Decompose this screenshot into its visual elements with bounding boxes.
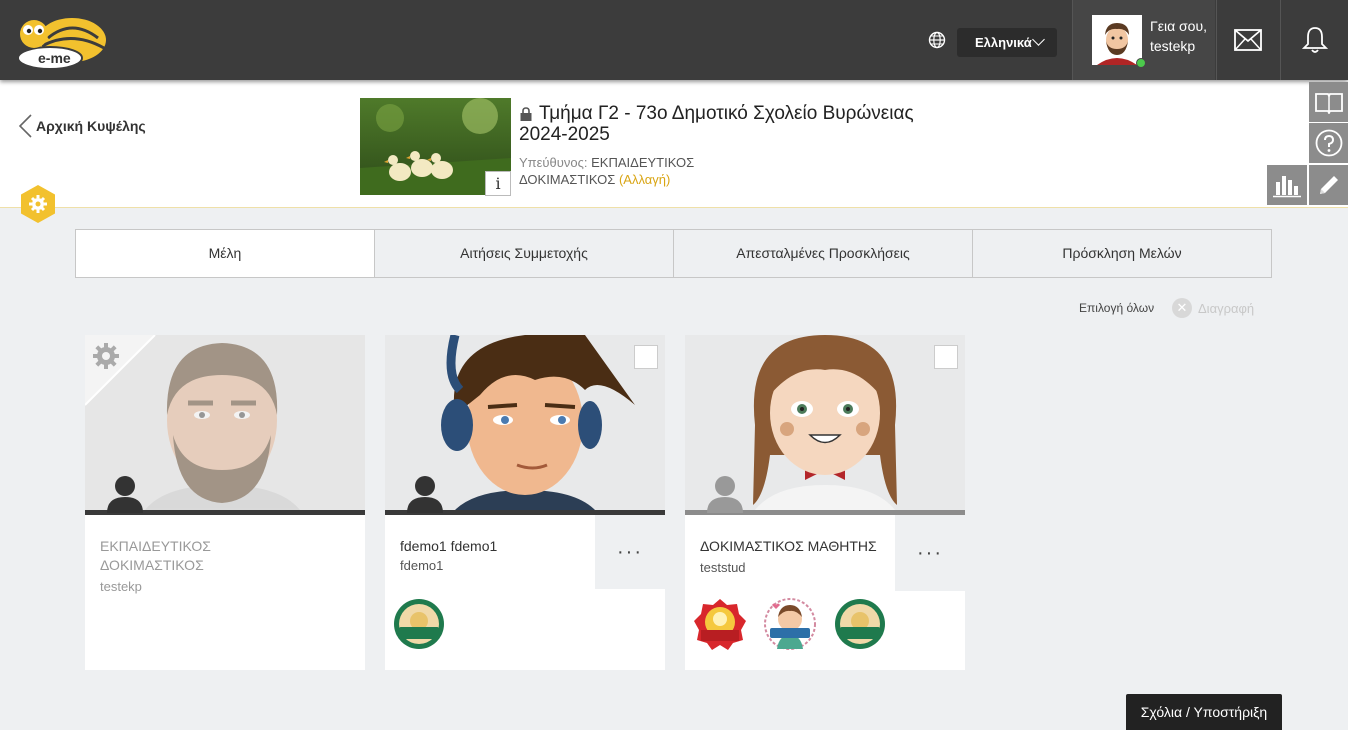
back-link[interactable]: Αρχική Κυψέλης: [18, 114, 146, 138]
member-name: fdemo1 fdemo1 fdemo1: [400, 537, 590, 575]
member-more-button[interactable]: ···: [595, 515, 665, 589]
pencil-icon: [1320, 176, 1338, 194]
question-icon: [1315, 129, 1343, 157]
member-checkbox[interactable]: [634, 345, 658, 369]
guide-button[interactable]: [1309, 82, 1348, 122]
edit-button[interactable]: [1309, 165, 1348, 205]
chevron-down-icon: [1032, 33, 1045, 46]
kindness-badge-icon[interactable]: [763, 597, 817, 651]
member-fullname: ΕΚΠΑΙΔΕΥΤΙΚΟΣ ΔΟΚΙΜΑΣΤΙΚΟΣ: [100, 538, 211, 573]
member-checkbox[interactable]: [934, 345, 958, 369]
class-info-button[interactable]: i: [485, 171, 511, 196]
responsible-label: Υπεύθυνος:: [519, 155, 588, 170]
member-name: ΕΚΠΑΙΔΕΥΤΙΚΟΣ ΔΟΚΙΜΑΣΤΙΚΟΣ testekp: [100, 537, 290, 596]
statistics-button[interactable]: [1267, 165, 1307, 205]
member-username: testekp: [100, 579, 142, 594]
help-button[interactable]: [1309, 123, 1348, 163]
member-tabs: Μέλη Αιτήσεις Συμμετοχής Απεσταλμένες Πρ…: [75, 229, 1275, 278]
excellent-behavior-badge-icon[interactable]: [833, 597, 887, 651]
user-role-icon: [407, 476, 443, 513]
class-responsible: Υπεύθυνος: ΕΚΠΑΙΔΕΥΤΙΚΟΣ ΔΟΚΙΜΑΣΤΙΚΟΣ (Α…: [519, 154, 739, 188]
feedback-support-button[interactable]: Σχόλια / Υποστήριξη: [1126, 694, 1282, 730]
member-fullname: ΔΟΚΙΜΑΣΤΙΚΟΣ ΜΑΘΗΤΗΣ: [700, 538, 877, 554]
member-card[interactable]: ΕΚΠΑΙΔΕΥΤΙΚΟΣ ΔΟΚΙΜΑΣΤΙΚΟΣ testekp: [85, 335, 365, 670]
member-more-button[interactable]: ···: [895, 515, 965, 591]
e-me-logo[interactable]: e-me: [14, 10, 110, 72]
user-role-icon: [107, 476, 143, 513]
username-text: testekp: [1150, 38, 1196, 54]
online-status-dot: [1136, 58, 1146, 68]
member-username: fdemo1: [400, 558, 444, 573]
book-icon: [1315, 93, 1343, 114]
avatar: [1092, 15, 1142, 65]
gear-icon: [93, 343, 119, 369]
close-icon: ✕: [1172, 298, 1192, 318]
member-card[interactable]: ΔΟΚΙΜΑΣΤΙΚΟΣ ΜΑΘΗΤΗΣ teststud ···: [685, 335, 965, 670]
language-label: Ελληνικά: [975, 35, 1032, 50]
bright-spirit-badge-icon[interactable]: [693, 597, 747, 651]
member-fullname: fdemo1 fdemo1: [400, 538, 498, 554]
logo-text: e-me: [38, 50, 71, 66]
class-title: Τμήμα Γ2 - 73ο Δημοτικό Σχολείο Βυρώνεια…: [519, 103, 914, 145]
language-select[interactable]: Ελληνικά: [957, 28, 1057, 57]
back-link-label: Αρχική Κυψέλης: [36, 118, 146, 134]
delete-button[interactable]: ✕ Διαγραφή: [1172, 298, 1254, 318]
mail-icon: [1234, 29, 1262, 51]
messages-button[interactable]: [1216, 0, 1279, 80]
notifications-button[interactable]: [1280, 0, 1348, 80]
delete-label: Διαγραφή: [1198, 300, 1255, 316]
tab-members[interactable]: Μέλη: [75, 229, 375, 278]
select-all-link[interactable]: Επιλογή όλων: [1079, 301, 1154, 315]
tab-invite-members[interactable]: Πρόσκληση Μελών: [972, 229, 1272, 278]
bar-chart-icon: [1273, 176, 1301, 198]
bell-icon: [1301, 27, 1328, 53]
greeting-text: Γεια σου,: [1150, 18, 1208, 34]
member-username: teststud: [700, 560, 746, 575]
member-card[interactable]: fdemo1 fdemo1 fdemo1 ···: [385, 335, 665, 670]
excellent-behavior-badge-icon[interactable]: [392, 597, 446, 651]
member-name: ΔΟΚΙΜΑΣΤΙΚΟΣ ΜΑΘΗΤΗΣ teststud: [700, 537, 890, 577]
change-responsible-link[interactable]: (Αλλαγή): [619, 172, 670, 187]
globe-icon[interactable]: [927, 30, 947, 50]
class-header: Αρχική Κυψέλης i Τμήμα Γ2 - 73ο Δημοτικό…: [0, 80, 1348, 223]
user-menu[interactable]: Γεια σου, testekp: [1072, 0, 1215, 80]
user-role-icon: [707, 476, 743, 513]
user-greeting: Γεια σου, testekp: [1150, 16, 1207, 56]
tab-join-requests[interactable]: Αιτήσεις Συμμετοχής: [374, 229, 674, 278]
top-navigation-bar: e-me Ελληνικά Γεια σου, testekp: [0, 0, 1348, 80]
chevron-left-icon: [18, 114, 32, 138]
tab-sent-invitations[interactable]: Απεσταλμένες Προσκλήσεις: [673, 229, 973, 278]
settings-gear-icon[interactable]: [20, 184, 56, 224]
